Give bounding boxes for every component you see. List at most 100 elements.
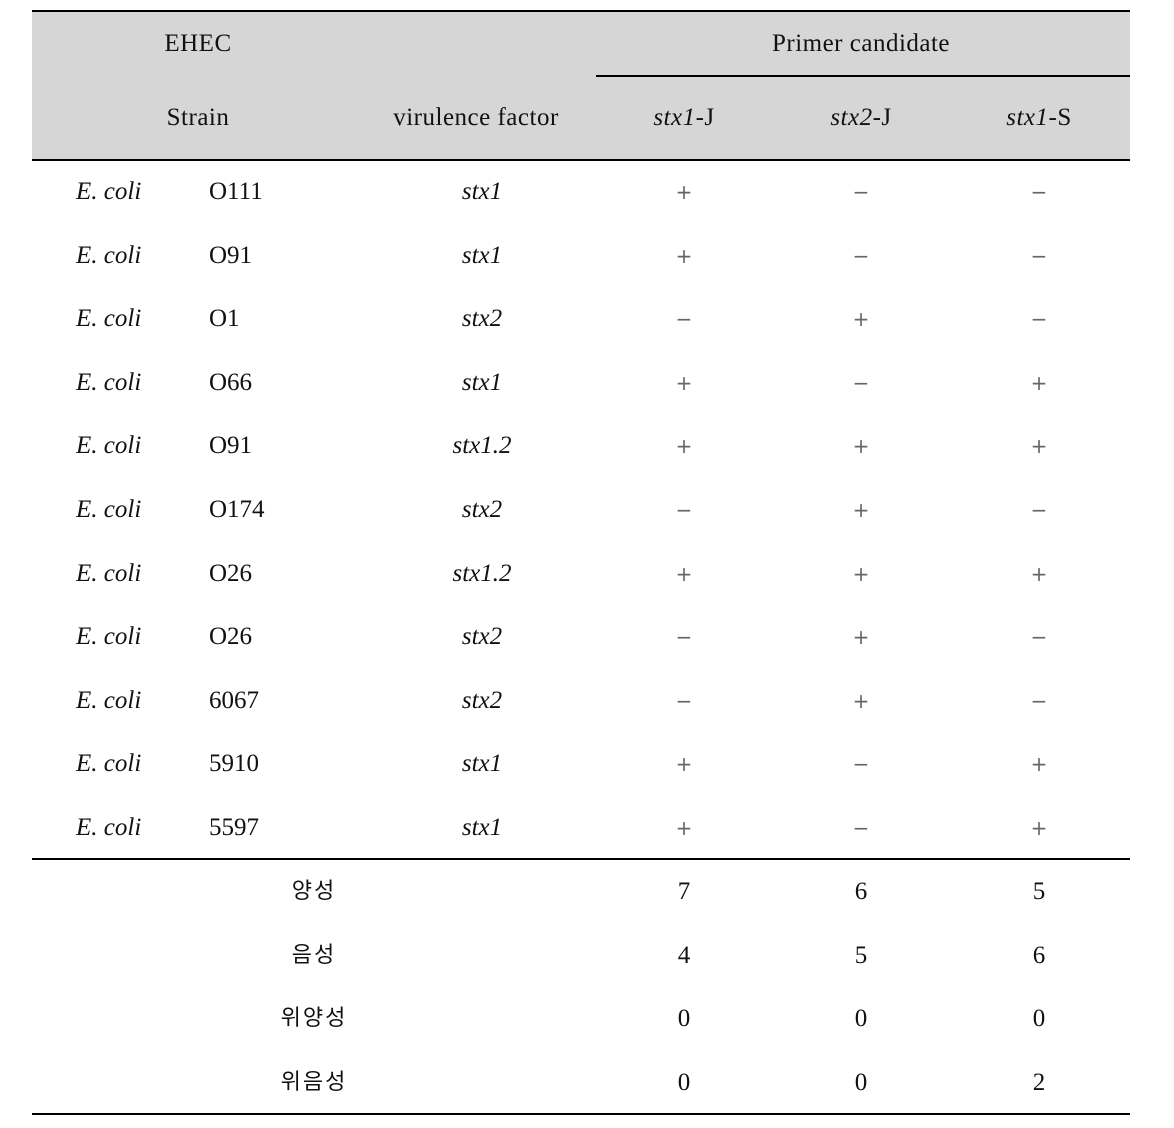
summary-count: 0 xyxy=(854,1005,868,1033)
species-name: E. coli xyxy=(76,559,142,587)
virulence-factor: stx2 xyxy=(461,496,503,523)
table-row: E. coli O174 stx2 − + − xyxy=(32,490,1130,530)
pcr-result: + xyxy=(675,434,693,459)
table-row: E. coli O111 stx1 + − − xyxy=(32,172,1130,212)
species-name: E. coli xyxy=(76,432,142,460)
primer-1-suffix: -J xyxy=(695,104,715,131)
strain-id: O111 xyxy=(209,178,263,205)
pcr-result: + xyxy=(852,307,870,332)
pcr-result: − xyxy=(852,243,870,268)
pcr-result: − xyxy=(852,370,870,395)
pcr-result: − xyxy=(675,307,693,332)
virulence-factor: stx1 xyxy=(461,178,503,205)
primer-3-suffix: -S xyxy=(1048,104,1072,131)
header-primer-candidate: Primer candidate xyxy=(771,30,951,57)
pcr-result: + xyxy=(852,688,870,713)
species-name: E. coli xyxy=(76,686,142,714)
strain-id: 5597 xyxy=(209,814,259,841)
summary-label: 위음성 xyxy=(280,1069,348,1095)
table-header: EHEC Primer candidate Strain virulence f… xyxy=(32,12,1130,160)
summary-row: 음성 4 5 6 xyxy=(32,936,1130,976)
virulence-factor: stx1 xyxy=(461,241,503,269)
header-primer-3: stx1-S xyxy=(1006,104,1072,132)
strain-id: O1 xyxy=(209,305,240,333)
summary-top-rule xyxy=(32,858,1130,860)
pcr-result: + xyxy=(852,625,870,650)
summary-row: 양성 7 6 5 xyxy=(32,872,1130,912)
pcr-result: + xyxy=(852,434,870,459)
summary-count: 5 xyxy=(854,941,868,969)
summary-count: 6 xyxy=(1032,941,1046,969)
strain-id: O91 xyxy=(209,432,253,460)
summary-label: 위양성 xyxy=(280,1006,348,1032)
pcr-result: + xyxy=(1030,561,1048,586)
table-row: E. coli O1 stx2 − + − xyxy=(32,299,1130,339)
species-name: E. coli xyxy=(76,750,142,778)
header-primer-1: stx1-J xyxy=(653,104,714,132)
virulence-factor: stx2 xyxy=(461,686,503,714)
pcr-result: − xyxy=(675,498,693,522)
header-sub-rule xyxy=(596,75,1130,77)
strain-id: O26 xyxy=(209,623,253,651)
pcr-result: + xyxy=(852,498,870,522)
strain-id: 6067 xyxy=(209,686,259,714)
strain-id: O66 xyxy=(209,368,253,396)
summary-label: 음성 xyxy=(291,942,337,968)
species-name: E. coli xyxy=(76,305,142,333)
virulence-factor: stx1.2 xyxy=(452,432,512,460)
table-row: E. coli 6067 stx2 − + − xyxy=(32,681,1130,721)
summary-row: 위양성 0 0 0 xyxy=(32,999,1130,1039)
summary-count: 0 xyxy=(1032,1005,1046,1033)
species-name: E. coli xyxy=(76,814,142,841)
species-name: E. coli xyxy=(76,241,142,269)
table-row: E. coli O66 stx1 + − + xyxy=(32,363,1130,403)
species-name: E. coli xyxy=(76,368,142,396)
table-row: E. coli O91 stx1.2 + + + xyxy=(32,426,1130,466)
pcr-result: + xyxy=(675,243,693,268)
primer-3-gene: stx1 xyxy=(1006,104,1049,131)
pcr-result: + xyxy=(1030,752,1048,777)
summary-count: 7 xyxy=(677,878,691,905)
pcr-result: + xyxy=(675,561,693,586)
summary-count: 4 xyxy=(677,941,691,969)
pcr-result: + xyxy=(675,752,693,777)
pcr-result: − xyxy=(852,180,870,204)
pcr-result: + xyxy=(852,561,870,586)
table-row: E. coli O26 stx2 − + − xyxy=(32,617,1130,657)
virulence-factor: stx2 xyxy=(461,305,503,333)
summary-count: 0 xyxy=(854,1068,868,1096)
pcr-result: + xyxy=(675,370,693,395)
pcr-result: − xyxy=(852,752,870,777)
summary-count: 0 xyxy=(677,1005,691,1033)
primer-2-suffix: -J xyxy=(872,104,892,131)
summary-count: 6 xyxy=(854,878,868,905)
table-row: E. coli 5597 stx1 + − + xyxy=(32,808,1130,848)
species-name: E. coli xyxy=(76,178,142,205)
strain-id: O174 xyxy=(209,496,265,523)
strain-id: 5910 xyxy=(209,750,259,778)
header-virulence-factor: virulence factor xyxy=(393,104,559,131)
pcr-result: − xyxy=(1030,243,1048,268)
pcr-result: + xyxy=(1030,816,1048,840)
pcr-result: − xyxy=(1030,498,1048,522)
virulence-factor: stx1 xyxy=(461,368,503,396)
pcr-result: − xyxy=(1030,180,1048,204)
primer-2-gene: stx2 xyxy=(830,104,873,131)
summary-row: 위음성 0 0 2 xyxy=(32,1063,1130,1103)
virulence-factor: stx2 xyxy=(461,623,503,651)
table-row: E. coli 5910 stx1 + − + xyxy=(32,744,1130,784)
table-row: E. coli O91 stx1 + − − xyxy=(32,236,1130,276)
pcr-result: − xyxy=(1030,688,1048,713)
table-bottom-rule xyxy=(32,1113,1130,1115)
pcr-result: + xyxy=(1030,434,1048,459)
pcr-result: − xyxy=(852,816,870,840)
summary-label: 양성 xyxy=(291,879,337,904)
pcr-result: − xyxy=(675,688,693,713)
virulence-factor: stx1.2 xyxy=(452,559,512,587)
virulence-factor: stx1 xyxy=(461,750,503,778)
summary-count: 5 xyxy=(1032,878,1046,905)
pcr-result: − xyxy=(1030,307,1048,332)
summary-count: 2 xyxy=(1032,1068,1046,1096)
strain-id: O91 xyxy=(209,241,253,269)
virulence-factor: stx1 xyxy=(461,814,503,841)
